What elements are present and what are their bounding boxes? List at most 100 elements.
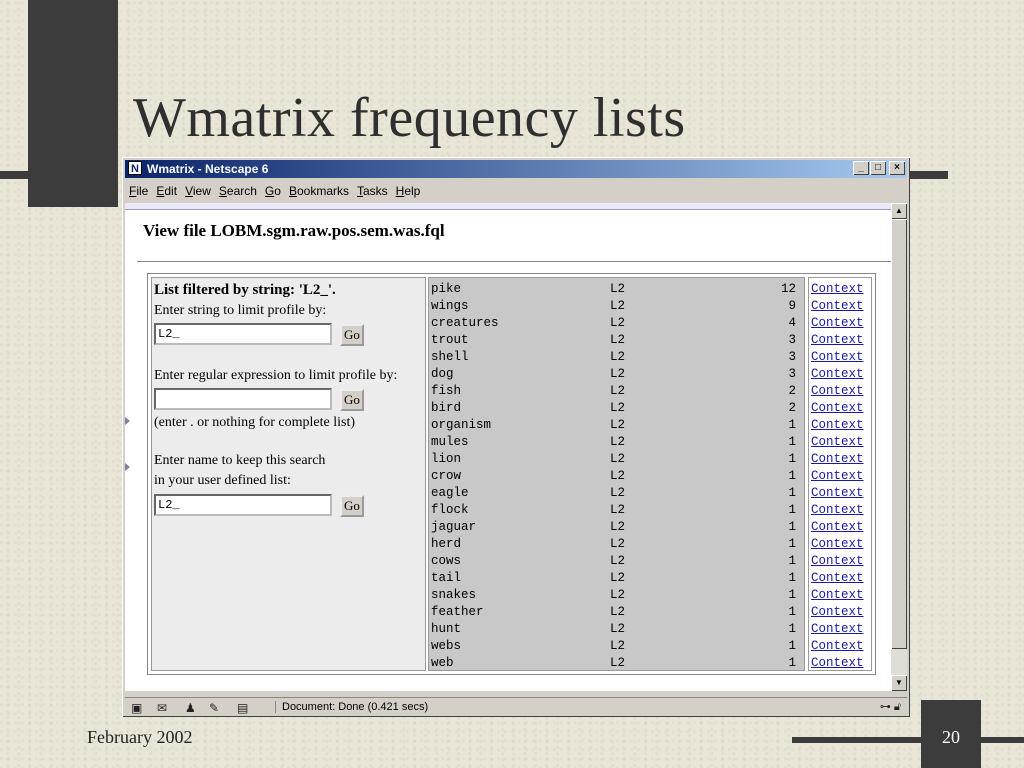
- scrollbar-thumb[interactable]: [891, 219, 907, 649]
- close-button[interactable]: ×: [889, 161, 905, 175]
- context-link[interactable]: Context: [811, 366, 864, 383]
- list-row: cows L2 1: [429, 553, 804, 570]
- composer-icon[interactable]: ✎: [209, 701, 219, 715]
- tag-cell: L2: [610, 520, 626, 534]
- string-label: Enter string to limit profile by:: [154, 303, 327, 318]
- menu-bookmarks[interactable]: Bookmarks: [285, 181, 353, 198]
- sidebar-handle[interactable]: [125, 417, 131, 487]
- word-cell: shell: [431, 350, 469, 364]
- slide-decoration-block: [28, 0, 118, 207]
- context-link[interactable]: Context: [811, 298, 864, 315]
- minimize-button[interactable]: _: [853, 161, 869, 175]
- context-link[interactable]: Context: [811, 655, 864, 672]
- list-row: jaguar L2 1: [429, 519, 804, 536]
- string-go-button[interactable]: Go: [340, 324, 364, 346]
- frequency-list: pike L2 12 wings L2 9 creatures L2 4 trout L2 3 shel…: [428, 277, 805, 671]
- name-input[interactable]: L2_: [154, 494, 332, 516]
- frequency-cell: 1: [788, 605, 796, 619]
- filter-heading: List filtered by string: 'L2_'.: [154, 282, 336, 298]
- context-link[interactable]: Context: [811, 417, 864, 434]
- maximize-button[interactable]: □: [870, 161, 886, 175]
- frequency-cell: 1: [788, 537, 796, 551]
- context-link[interactable]: Context: [811, 553, 864, 570]
- list-row: herd L2 1: [429, 536, 804, 553]
- netscape-icon: N: [128, 161, 142, 175]
- context-link[interactable]: Context: [811, 315, 864, 332]
- context-link[interactable]: Context: [811, 281, 864, 298]
- context-link[interactable]: Context: [811, 332, 864, 349]
- frequency-cell: 1: [788, 418, 796, 432]
- word-cell: lion: [431, 452, 462, 466]
- menu-tasks[interactable]: Tasks: [353, 181, 392, 198]
- list-row: feather L2 1: [429, 604, 804, 621]
- regex-go-button[interactable]: Go: [340, 389, 364, 411]
- tag-cell: L2: [610, 622, 626, 636]
- window-title: Wmatrix - Netscape 6: [147, 162, 269, 176]
- context-link[interactable]: Context: [811, 468, 864, 485]
- instant-messenger-icon[interactable]: ♟: [185, 701, 196, 715]
- footer-rule: [980, 737, 1024, 743]
- context-link[interactable]: Context: [811, 536, 864, 553]
- slide-decoration-rule: [908, 171, 948, 179]
- word-cell: creatures: [431, 316, 499, 330]
- tag-cell: L2: [610, 367, 626, 381]
- menu-view[interactable]: View: [181, 181, 215, 198]
- scroll-up-arrow-icon[interactable]: ▲: [891, 203, 907, 219]
- list-row: fish L2 2: [429, 383, 804, 400]
- list-row: mules L2 1: [429, 434, 804, 451]
- status-text: Document: Done (0.421 secs): [275, 701, 428, 713]
- context-link[interactable]: Context: [811, 638, 864, 655]
- context-link[interactable]: Context: [811, 604, 864, 621]
- window-titlebar[interactable]: N Wmatrix - Netscape 6 _ □ ×: [125, 160, 907, 178]
- context-link[interactable]: Context: [811, 383, 864, 400]
- page-number-box: 20: [921, 700, 981, 768]
- mail-icon[interactable]: ✉: [157, 701, 167, 715]
- tag-cell: L2: [610, 639, 626, 653]
- context-link[interactable]: Context: [811, 570, 864, 587]
- string-input[interactable]: L2_: [154, 323, 332, 345]
- name-go-button[interactable]: Go: [340, 495, 364, 517]
- browser-window: N Wmatrix - Netscape 6 _ □ × File Edit Vie…: [122, 157, 910, 717]
- list-row: crow L2 1: [429, 468, 804, 485]
- tag-cell: L2: [610, 452, 626, 466]
- context-link[interactable]: Context: [811, 349, 864, 366]
- navigator-icon[interactable]: ▣: [131, 701, 142, 715]
- word-cell: jaguar: [431, 520, 477, 534]
- context-link[interactable]: Context: [811, 502, 864, 519]
- menu-go[interactable]: Go: [261, 181, 285, 198]
- list-row: pike L2 12: [429, 281, 804, 298]
- list-row: web L2 1: [429, 655, 804, 672]
- context-link[interactable]: Context: [811, 451, 864, 468]
- menu-help[interactable]: Help: [392, 181, 425, 198]
- menu-search[interactable]: Search: [215, 181, 261, 198]
- list-row: dog L2 3: [429, 366, 804, 383]
- list-row: tail L2 1: [429, 570, 804, 587]
- context-link[interactable]: Context: [811, 519, 864, 536]
- context-link[interactable]: Context: [811, 621, 864, 638]
- context-link[interactable]: Context: [811, 400, 864, 417]
- frequency-cell: 1: [788, 452, 796, 466]
- tag-cell: L2: [610, 333, 626, 347]
- regex-input[interactable]: [154, 388, 332, 410]
- context-link[interactable]: Context: [811, 587, 864, 604]
- context-link[interactable]: Context: [811, 434, 864, 451]
- word-cell: trout: [431, 333, 469, 347]
- frequency-cell: 1: [788, 588, 796, 602]
- frequency-cell: 1: [788, 469, 796, 483]
- list-row: flock L2 1: [429, 502, 804, 519]
- list-row: organism L2 1: [429, 417, 804, 434]
- vertical-scrollbar[interactable]: ▲ ▼: [891, 203, 907, 691]
- frequency-cell: 1: [788, 554, 796, 568]
- menu-edit[interactable]: Edit: [152, 181, 181, 198]
- page-top-strip: [125, 203, 891, 210]
- menu-file[interactable]: File: [125, 181, 152, 198]
- security-lock-icon[interactable]: ⊶ 🔓︎: [880, 700, 901, 714]
- tag-cell: L2: [610, 571, 626, 585]
- address-book-icon[interactable]: ▤: [237, 701, 248, 715]
- frequency-cell: 3: [788, 367, 796, 381]
- context-links: Context Context Context Context Context Conte…: [808, 277, 872, 671]
- context-link[interactable]: Context: [811, 485, 864, 502]
- frequency-cell: 1: [788, 435, 796, 449]
- frequency-cell: 3: [788, 333, 796, 347]
- scroll-down-arrow-icon[interactable]: ▼: [891, 675, 907, 691]
